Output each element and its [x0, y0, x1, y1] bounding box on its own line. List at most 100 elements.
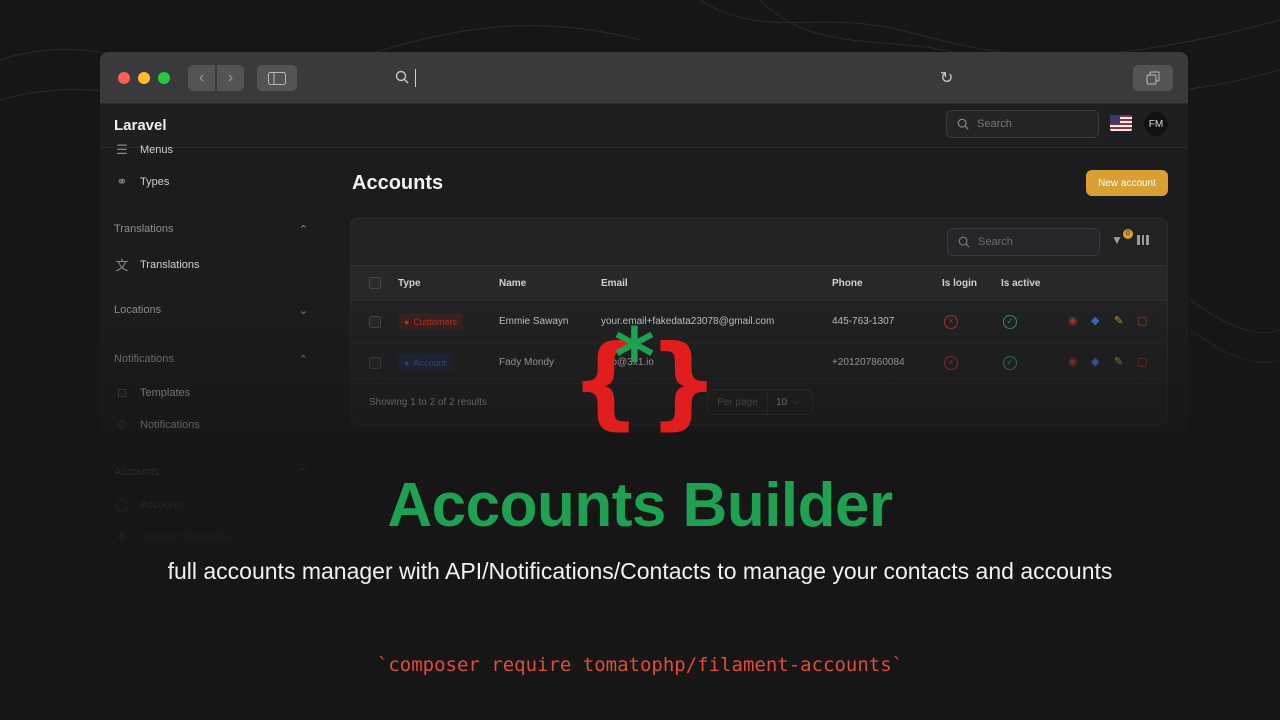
bookmark-icon: □ [118, 385, 126, 400]
sidebar-item-label: Menus [140, 144, 174, 156]
global-search-input[interactable]: Search [946, 110, 1099, 138]
sidebar-item-label: Types [140, 176, 170, 188]
sidebar-group-notifications[interactable]: Notifications ⌃ [114, 353, 308, 366]
user-icon: ● [404, 357, 410, 368]
edit-icon[interactable]: ✎ [1114, 314, 1123, 327]
column-header-email[interactable]: Email [601, 278, 628, 289]
app-topbar: Laravel Search FM [100, 104, 1188, 148]
translate-icon: 文 [115, 258, 129, 273]
table-search-input[interactable]: Search [947, 228, 1100, 256]
chevron-down-icon: ⌵ [793, 397, 800, 406]
bell-icon[interactable]: ◆ [1091, 314, 1099, 327]
address-bar[interactable] [415, 69, 416, 87]
table-search-placeholder: Search [978, 236, 1013, 248]
brand-name[interactable]: Laravel [114, 117, 167, 134]
zoom-window-button[interactable] [158, 72, 170, 84]
close-window-button[interactable] [118, 72, 130, 84]
type-badge-label: Customers [413, 316, 457, 327]
chevron-right-icon: › [227, 69, 234, 86]
sidebar-group-label: Locations [114, 304, 162, 316]
page-title: Accounts [352, 172, 444, 194]
users-icon: ● [404, 316, 410, 327]
search-icon [957, 118, 969, 130]
accounts-table: Search ▼ 0 Type Name Email Phone Is logi… [350, 218, 1168, 426]
type-badge: ● Account [398, 354, 452, 371]
x-circle-icon: × [944, 356, 958, 370]
trash-icon[interactable]: ▢ [1137, 355, 1147, 368]
edit-icon[interactable]: ✎ [1114, 355, 1123, 368]
search-icon [958, 236, 970, 248]
chevron-up-icon: ⌃ [298, 224, 308, 236]
sidebar-group-label: ALC [114, 611, 136, 623]
sidebar-icon [268, 71, 286, 85]
menu-icon: ☰ [116, 142, 128, 157]
trash-icon[interactable]: ▢ [1137, 314, 1147, 327]
lock-icon[interactable]: ◉ [1068, 314, 1078, 327]
sidebar-item-types[interactable]: ⚭ Types [114, 174, 170, 190]
sidebar-item-menus[interactable]: ☰ Menus [114, 142, 173, 158]
column-header-is-login[interactable]: Is login [942, 278, 977, 289]
hero-subtitle: full accounts manager with API/Notificat… [167, 558, 1113, 584]
forward-button[interactable]: › [217, 65, 244, 91]
reload-icon[interactable]: ↻ [940, 68, 953, 88]
tab-overview-button[interactable] [1133, 65, 1173, 91]
new-account-button[interactable]: New account [1086, 170, 1168, 196]
chevron-up-icon: ⌃ [298, 354, 308, 366]
svg-text:*: * [614, 318, 655, 403]
sidebar-item-templates[interactable]: □ Templates [114, 385, 190, 400]
phone-cell: 445-763-1307 [832, 316, 895, 327]
bell-icon: ♢ [116, 417, 128, 432]
per-page-label: Per page [708, 390, 768, 414]
tabs-icon [1146, 71, 1160, 85]
svg-text:}: } [648, 323, 710, 436]
hero-title: Accounts Builder [387, 471, 893, 540]
table-row[interactable]: ● Account Fady Mondy info@3x1.io +2012078… [351, 343, 1167, 384]
tag-icon: ⚭ [116, 174, 128, 189]
back-button[interactable]: ‹ [188, 65, 215, 91]
per-page-value: 10 [776, 396, 788, 408]
sidebar-item-label: Translations [140, 258, 200, 271]
bell-icon[interactable]: ◆ [1091, 355, 1099, 368]
name-cell: Fady Mondy [499, 357, 555, 368]
sidebar-group-translations[interactable]: Translations ⌃ [114, 223, 308, 236]
minimize-window-button[interactable] [138, 72, 150, 84]
column-header-is-active[interactable]: Is active [1001, 278, 1040, 289]
check-circle-icon: ✓ [1003, 315, 1017, 329]
row-checkbox[interactable] [369, 357, 381, 369]
user-avatar[interactable]: FM [1144, 112, 1168, 136]
per-page-select[interactable]: Per page 10 ⌵ [707, 389, 813, 415]
sidebar-item-label: Notifications [140, 419, 200, 431]
sidebar-group-label: Translations [114, 223, 174, 235]
x-circle-icon: × [944, 315, 958, 329]
sidebar-group-alc[interactable]: ALC ⌄ [114, 611, 308, 624]
lock-icon[interactable]: ◉ [1068, 355, 1078, 368]
filter-icon[interactable]: ▼ [1111, 233, 1123, 247]
filter-count-badge: 0 [1123, 229, 1133, 239]
chevron-down-icon: ⌄ [298, 612, 308, 624]
browser-titlebar: ‹ › ↻ [100, 52, 1188, 104]
global-search-placeholder: Search [977, 118, 1012, 130]
column-header-type[interactable]: Type [398, 278, 421, 289]
sidebar-item-notifications[interactable]: ♢ Notifications [114, 417, 200, 432]
chevron-left-icon: ‹ [198, 69, 205, 86]
table-row[interactable]: ● Customers Emmie Sawayn your.email+faked… [351, 302, 1167, 343]
sidebar-item-translations[interactable]: 文 Translations [114, 255, 200, 274]
columns-icon[interactable] [1137, 235, 1149, 245]
column-header-phone[interactable]: Phone [832, 278, 863, 289]
sidebar: ☰ Menus ⚭ Types Translations ⌃ 文 Transla… [100, 142, 330, 432]
name-cell: Emmie Sawayn [499, 316, 569, 327]
sidebar-toggle-button[interactable] [257, 65, 297, 91]
sidebar-group-locations[interactable]: Locations ⌄ [114, 304, 308, 317]
column-header-name[interactable]: Name [499, 278, 526, 289]
table-header: Type Name Email Phone Is login Is active [351, 265, 1167, 301]
type-badge: ● Customers [398, 313, 463, 330]
curly-braces-asterisk-logo-icon: { } * [570, 318, 710, 436]
chevron-down-icon: ⌄ [298, 305, 308, 317]
row-checkbox[interactable] [369, 316, 381, 328]
select-all-checkbox[interactable] [369, 277, 381, 289]
sidebar-group-label: Notifications [114, 353, 174, 365]
us-flag-icon[interactable] [1110, 115, 1132, 131]
phone-cell: +201207860084 [832, 357, 905, 368]
sidebar-item-label: Templates [140, 386, 191, 399]
check-circle-icon: ✓ [1003, 356, 1017, 370]
